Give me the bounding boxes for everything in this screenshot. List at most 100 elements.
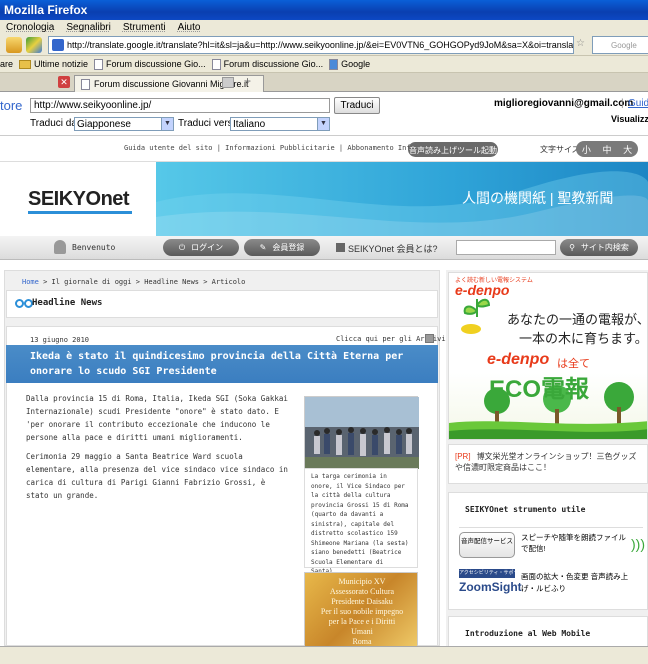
article-headline: Ikeda è stato il quindicesimo provincia … — [6, 345, 438, 383]
to-language-select[interactable]: Italiano ▼ — [230, 117, 330, 131]
seikyonet-logo[interactable]: SEIKYOnet — [28, 188, 130, 211]
bookmark-forum-1[interactable]: Forum discussione Gio... — [94, 58, 206, 70]
google-favicon-icon — [52, 39, 64, 51]
google-icon — [329, 58, 339, 70]
login-label: ログイン — [191, 243, 224, 252]
edenpo-line2: 一本の木に育ちます。 — [519, 331, 648, 346]
translate-button[interactable]: Traduci — [334, 97, 380, 114]
translate-url-input[interactable] — [30, 98, 330, 113]
zoomsight-text: 画面の拡大・色変更 音声読み上げ・ルビふり — [521, 572, 629, 593]
archive-icon[interactable] — [425, 334, 434, 343]
menu-bookmarks[interactable]: Segnalibri — [66, 22, 110, 33]
text-size-medium[interactable]: 中 — [602, 143, 611, 156]
site-search-input[interactable] — [456, 240, 556, 255]
bookmark-folder-news[interactable]: Ultime notizie — [19, 59, 88, 69]
search-box[interactable]: Google — [592, 36, 648, 54]
page-icon — [81, 78, 90, 90]
account-email: miglioregiovanni@gmail.com — [494, 98, 634, 109]
site-search-button[interactable]: ⚲ サイト内検索 — [560, 239, 638, 256]
text-size-control: 小 中 大 — [576, 141, 638, 157]
search-placeholder: Google — [611, 41, 637, 50]
promo-box[interactable]: [PR] 博文栄光堂オンラインショップ！三色グッズや信濃町限定商品はここ！ — [448, 444, 648, 484]
member-info-icon — [336, 243, 345, 252]
zoomsight-logo: ZoomSight — [459, 580, 522, 594]
tool-zoomsight[interactable]: アクセシビリティ・サポーター ZoomSight 画面の拡大・色変更 音声読み上… — [459, 567, 643, 601]
address-bar[interactable]: http://translate.google.it/translate?hl=… — [48, 36, 574, 54]
banner-slogan: 人間の機関紙 | 聖教新聞 — [462, 190, 614, 206]
breadcrumb-home[interactable]: Home — [22, 278, 39, 286]
tool-audio[interactable]: 音声配信サービス スピーチや随筆を朗読ファイルで配信! ))) — [459, 527, 645, 561]
article-paragraph: Dalla provincia 15 di Roma, Italia, Iked… — [26, 394, 288, 442]
chevron-down-icon: ▼ — [317, 118, 329, 130]
site-main-nav: Benvenuto ⏻ ログイン ✎ 会員登録 SEIKYOnet 会員とは? ⚲ サ… — [0, 236, 648, 260]
login-button[interactable]: ⏻ ログイン — [163, 239, 239, 256]
accessibility-badge: アクセシビリティ・サポーター — [459, 569, 515, 578]
logo-underline — [28, 211, 132, 214]
tab-forum[interactable]: Forum discussione Giovanni Migliore.it — [74, 75, 264, 92]
translate-label: tore — [0, 98, 23, 113]
plaque-text: Municipio XV Assessorato Cultura Preside… — [320, 577, 404, 646]
new-tab-icon[interactable]: + — [244, 74, 251, 88]
article-paragraph: Cerimonia 29 maggio a Santa Beatrice War… — [26, 452, 288, 500]
translate-toolbar: tore Traduci Traduci da: Giapponese▼ Tra… — [0, 92, 648, 136]
plaque-photo[interactable]: Municipio XV Assessorato Cultura Preside… — [304, 572, 418, 646]
from-language-value: Giapponese — [77, 118, 131, 130]
ceremony-photo-graphic — [305, 397, 419, 469]
circle-icon — [15, 299, 24, 308]
article-body: Dalla provincia 15 di Roma, Italia, Iked… — [26, 392, 288, 508]
member-info-link[interactable]: SEIKYOnet 会員とは? — [348, 242, 438, 255]
sound-wave-icon: ))) — [631, 536, 645, 552]
mobile-title[interactable]: Introduzione al Web Mobile — [465, 629, 590, 638]
breadcrumb: Home > Il giornale di oggi > Headline Ne… — [22, 278, 245, 286]
welcome-text: Benvenuto — [72, 243, 116, 252]
header-banner: 人間の機関紙 | 聖教新聞 — [156, 162, 648, 236]
register-button[interactable]: ✎ 会員登録 — [244, 239, 320, 256]
ceremony-photo[interactable] — [304, 396, 419, 469]
text-size-large[interactable]: 大 — [623, 143, 632, 156]
tab-close-icon[interactable] — [222, 77, 234, 88]
folder-icon — [19, 59, 32, 69]
page-icon — [211, 58, 221, 70]
site-top-links[interactable]: Guida utente del sito | Informazioni Pub… — [124, 144, 449, 152]
register-label: 会員登録 — [272, 243, 305, 252]
mobile-box: Introduzione al Web Mobile — [448, 616, 648, 646]
bookmark-label: Ultime notizie — [34, 59, 89, 69]
from-language-select[interactable]: Giapponese ▼ — [74, 117, 174, 131]
page-content: Guida utente del sito | Informazioni Pub… — [0, 136, 648, 646]
bookmarks-toolbar: are Ultime notizie Forum discussione Gio… — [0, 56, 648, 73]
audio-service-text: スピーチや随筆を朗読ファイルで配信! — [521, 533, 626, 553]
bookmark-label: Forum discussione Gio... — [223, 59, 324, 69]
star-icon[interactable]: ☆ — [576, 38, 585, 49]
bookmark-google[interactable]: Google — [329, 58, 370, 70]
user-icon — [54, 240, 66, 254]
text-size-label: 文字サイズ — [540, 145, 580, 154]
bookmark-star-icon[interactable] — [26, 37, 42, 53]
pencil-icon: ✎ — [259, 243, 267, 252]
menu-tools[interactable]: Strumenti — [123, 22, 166, 33]
home-icon[interactable] — [6, 37, 22, 53]
text-size-small[interactable]: 小 — [582, 143, 591, 156]
audio-reader-label: 音声読み上げツール起動 — [409, 146, 497, 155]
tools-box: SEIKYOnet strumento utile 音声配信サービス スピーチや… — [448, 492, 648, 610]
bookmark-forum-2[interactable]: Forum discussione Gio... — [211, 58, 324, 70]
power-icon: ⏻ — [178, 242, 186, 252]
site-header: SEIKYOnet 人間の機関紙 | 聖教新聞 — [0, 162, 648, 236]
view-label[interactable]: Visualizza — [611, 114, 648, 124]
guide-link[interactable]: Guida — [628, 98, 648, 109]
tab-bar: ✕ Forum discussione Giovanni Migliore.it… — [0, 73, 648, 92]
close-tab-icon[interactable]: ✕ — [58, 76, 70, 88]
address-url: http://translate.google.it/translate?hl=… — [67, 40, 574, 50]
site-search-label: サイト内検索 — [580, 243, 629, 252]
bookmark-item[interactable]: are — [0, 59, 13, 69]
edenpo-ad[interactable]: よく読む新しい電報システム e-denpo あなたの一通の電報が、 一本の木に育… — [448, 272, 648, 440]
search-icon: ⚲ — [569, 243, 575, 252]
bookmark-label: Forum discussione Gio... — [106, 59, 206, 69]
edenpo-logo-2: e-denpo — [487, 351, 550, 368]
window-title: Mozilla Firefox — [4, 3, 88, 17]
page-icon — [94, 58, 104, 70]
audio-reader-button[interactable]: 音声読み上げツール起動 — [408, 142, 498, 157]
breadcrumb-path: > Il giornale di oggi > Headline News > … — [38, 278, 246, 286]
menu-history[interactable]: Cronologia — [6, 22, 54, 33]
from-label: Traduci da: — [30, 118, 80, 129]
menu-help[interactable]: Aiuto — [178, 22, 201, 33]
